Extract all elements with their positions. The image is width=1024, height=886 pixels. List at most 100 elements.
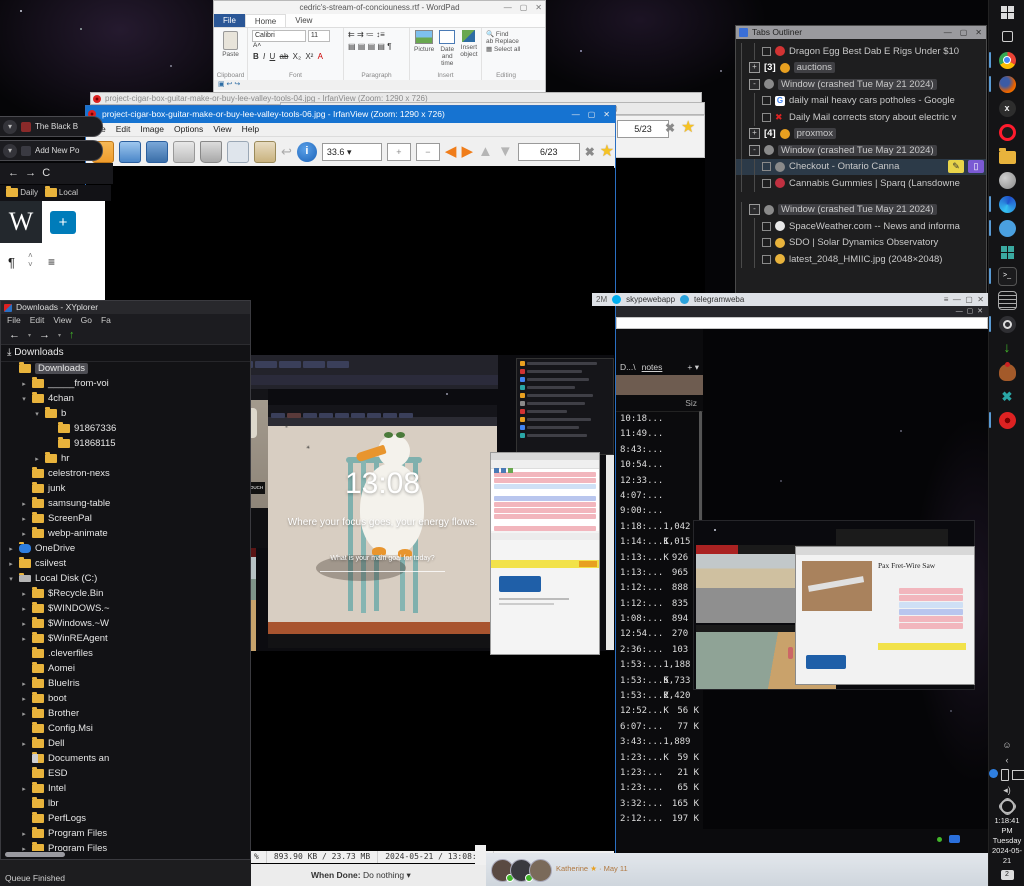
italic-button[interactable]: I — [263, 52, 265, 61]
page-counter-field[interactable]: 6/23 — [518, 143, 580, 161]
checkbox[interactable] — [762, 179, 771, 188]
menu-edit[interactable]: Edit — [30, 314, 45, 326]
screenshot-thumbnail-front[interactable]: Pax Fret-Wire Saw — [795, 546, 975, 685]
file-row[interactable]: 4:07:... — [616, 489, 703, 504]
file-row[interactable]: 1:18:...1,042 K — [616, 520, 703, 535]
notification-icon[interactable]: 2 — [1001, 870, 1014, 880]
menu-view[interactable]: View — [53, 314, 71, 326]
file-row[interactable]: 6:07:...77 K — [616, 720, 703, 735]
tree-item-junk[interactable]: junk — [1, 481, 250, 496]
chevron-down-icon[interactable]: ▾ — [3, 144, 17, 158]
find-button[interactable]: 🔍 Find — [486, 30, 526, 38]
obs-icon[interactable] — [999, 316, 1016, 333]
align-center-icon[interactable]: ▤ — [358, 42, 366, 51]
tree-item-91868115[interactable]: 91868115 — [1, 436, 250, 451]
chevron-right-icon[interactable]: ▸ — [20, 500, 28, 508]
file-row[interactable]: 3:32:...165 K — [616, 797, 703, 812]
download-arrow-icon[interactable]: ↓ — [999, 340, 1016, 357]
expand-icon[interactable]: + — [749, 62, 760, 73]
menu-options[interactable]: Options — [174, 123, 203, 136]
font-color-button[interactable]: A — [318, 52, 323, 61]
checkbox[interactable] — [762, 113, 771, 122]
checkbox[interactable] — [762, 162, 771, 171]
edit-pencil-icon[interactable]: ✎ — [948, 160, 964, 173]
goal-input[interactable] — [320, 571, 445, 572]
print-icon[interactable] — [173, 141, 195, 163]
menu-fa[interactable]: Fa — [101, 314, 111, 326]
chevron-down-icon[interactable]: ▾ — [33, 410, 41, 418]
tree-item-documents-an[interactable]: Documents an — [1, 751, 250, 766]
tree-item-celestron-nexs[interactable]: celestron-nexs — [1, 466, 250, 481]
tree-item-program-files[interactable]: ▸Program Files — [1, 841, 250, 851]
qbittorrent-icon[interactable] — [999, 220, 1016, 237]
next-image-arrow-icon[interactable]: ▶ — [461, 142, 473, 162]
strikethrough-button[interactable]: ab — [280, 52, 289, 61]
file-row[interactable]: 1:14:...1,015 K — [616, 535, 703, 550]
subscript-button[interactable]: X₂ — [293, 52, 301, 61]
insert-object-button[interactable]: Insert object — [460, 30, 477, 67]
back-icon[interactable]: ← — [9, 329, 20, 341]
minimize-icon[interactable]: — — [944, 26, 952, 39]
collapse-icon[interactable]: - — [749, 204, 760, 215]
page-counter-field[interactable]: 5/23 — [617, 120, 669, 138]
bookmark-local[interactable]: Local — [59, 188, 78, 197]
chevron-right-icon[interactable]: ▸ — [7, 560, 15, 568]
file-row[interactable]: 1:23:...21 K — [616, 766, 703, 781]
last-image-arrow-icon[interactable]: ▼ — [498, 142, 513, 162]
file-row[interactable]: 12:54...270 K — [616, 627, 703, 642]
tree-item-91867336[interactable]: 91867336 — [1, 421, 250, 436]
wordpress-logo[interactable]: W — [0, 201, 42, 243]
chevron-right-icon[interactable]: ▸ — [20, 620, 28, 628]
people-icon[interactable]: ☺ — [1001, 739, 1013, 751]
tabs-outliner-titlebar[interactable]: Tabs Outliner —▢✕ — [736, 26, 986, 39]
tree-item-esd[interactable]: ESD — [1, 766, 250, 781]
file-row[interactable]: 12:33... — [616, 474, 703, 489]
file-row[interactable]: 1:12:...888 K — [616, 581, 703, 596]
tree-item-perflogs[interactable]: PerfLogs — [1, 811, 250, 826]
chevron-right-icon[interactable]: ▸ — [20, 830, 28, 838]
file-row[interactable]: 12:52...56 K — [616, 704, 703, 719]
forward-icon[interactable]: → — [39, 329, 50, 341]
close-icon[interactable]: ✕ — [975, 26, 982, 39]
tree-item-dell[interactable]: ▸Dell — [1, 736, 250, 751]
align-left-icon[interactable]: ▤ — [348, 42, 356, 51]
taskbar-clock[interactable]: 1:18:41 PM Tuesday 2024-05-21 — [989, 816, 1024, 866]
paste-button[interactable]: Paste — [218, 51, 243, 58]
outliner-item[interactable]: latest_2048_HMIIC.jpg (2048×2048) — [736, 251, 986, 268]
menu-image[interactable]: Image — [140, 123, 164, 136]
close-icon[interactable]: ✕ — [603, 106, 610, 123]
size-column-header[interactable]: Siz — [616, 395, 703, 412]
irfanview-icon[interactable] — [999, 412, 1016, 429]
checkbox[interactable] — [762, 96, 771, 105]
phone-icon[interactable] — [1001, 769, 1010, 781]
wordpad-tab-view[interactable]: View — [286, 14, 321, 27]
line-spacing-icon[interactable]: ↕≡ — [376, 30, 385, 39]
close-icon[interactable]: ✕ — [535, 3, 542, 12]
checkbox[interactable] — [762, 222, 771, 231]
open-file-icon[interactable] — [119, 141, 141, 163]
tree-item-downloads[interactable]: Downloads — [1, 361, 250, 376]
mover-arrows-icon[interactable]: ˄˅ — [28, 251, 33, 269]
settings-gear-icon[interactable] — [1000, 799, 1015, 814]
chevron-right-icon[interactable]: ▸ — [20, 710, 28, 718]
start-icon[interactable] — [999, 4, 1016, 21]
edge-icon[interactable] — [999, 196, 1016, 213]
menu-help[interactable]: Help — [242, 123, 259, 136]
file-row[interactable]: 10:18... — [616, 412, 703, 427]
tree-item--windows-[interactable]: ▸$WINDOWS.~ — [1, 601, 250, 616]
chevron-down-icon[interactable]: ▾ — [20, 395, 28, 403]
favorites-star-icon[interactable]: ★ — [600, 142, 614, 162]
tree-item-boot[interactable]: ▸boot — [1, 691, 250, 706]
replace-button[interactable]: ab Replace — [486, 38, 526, 45]
file-row[interactable]: 1:23:...65 K — [616, 781, 703, 796]
tree-item--from-voi[interactable]: ▸_____from-voi — [1, 376, 250, 391]
chevron-right-icon[interactable]: ▸ — [20, 515, 28, 523]
superscript-button[interactable]: X² — [305, 52, 313, 61]
tree-item-local-disk-c-[interactable]: ▾Local Disk (C:) — [1, 571, 250, 586]
align-right-icon[interactable]: ▤ — [368, 42, 376, 51]
chevron-right-icon[interactable]: ▸ — [20, 380, 28, 388]
chevron-down-icon[interactable]: ▾ — [7, 575, 15, 583]
xyplorer-titlebar[interactable]: Downloads - XYplorer — [1, 301, 250, 314]
file-row[interactable]: 1:53:...1,188 K — [616, 658, 703, 673]
file-explorer-icon[interactable] — [999, 151, 1016, 164]
